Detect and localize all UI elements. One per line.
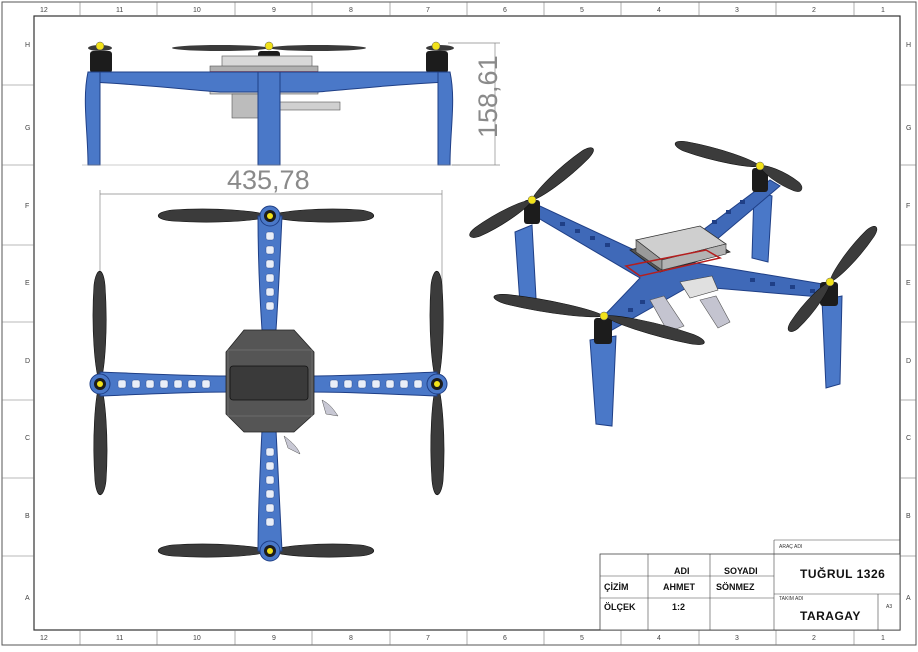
header-ad: ADI xyxy=(674,566,690,576)
front-view: 158,61 xyxy=(82,41,503,166)
row-label: C xyxy=(25,435,30,442)
row-label: B xyxy=(25,513,30,520)
top-frame xyxy=(99,215,438,552)
row-label: B xyxy=(906,513,911,520)
row-label: E xyxy=(25,280,30,287)
col-label: 8 xyxy=(349,635,353,642)
cizim-soyad-value: SÖNMEZ xyxy=(716,582,755,592)
col-label: 1 xyxy=(881,635,885,642)
col-label: 10 xyxy=(193,7,201,14)
isometric-view xyxy=(466,137,881,427)
row-label: G xyxy=(25,125,30,132)
col-label: 3 xyxy=(735,7,739,14)
col-label: 5 xyxy=(580,7,584,14)
row-label: D xyxy=(906,358,911,365)
col-label: 4 xyxy=(657,635,661,642)
front-center-leg xyxy=(257,71,281,166)
column-labels-bottom: 12 11 10 9 8 7 6 5 4 3 2 1 xyxy=(40,635,885,642)
col-label: 7 xyxy=(426,635,430,642)
col-label: 11 xyxy=(116,635,123,642)
row-label: E xyxy=(906,280,911,287)
title-block: ADI SOYADI ÇİZİM AHMET SÖNMEZ ÖLÇEK 1:2 … xyxy=(599,539,901,631)
arac-value: TUĞRUL 1326 xyxy=(800,566,885,581)
arac-label: ARAÇ ADI xyxy=(779,544,802,550)
col-label: 5 xyxy=(580,635,584,642)
col-label: 9 xyxy=(272,635,276,642)
col-label: 6 xyxy=(503,635,507,642)
col-label: 2 xyxy=(812,7,816,14)
row-label: A xyxy=(25,595,30,602)
sheet-size: A3 xyxy=(886,604,892,610)
header-soyad: SOYADI xyxy=(724,566,758,576)
top-view: 435,78 xyxy=(89,165,448,562)
col-label: 11 xyxy=(116,7,123,14)
cizim-ad-value: AHMET xyxy=(663,582,695,592)
inner-border xyxy=(33,15,901,631)
drawing-canvas: 12 11 10 9 8 7 6 5 4 3 2 1 12 11 10 9 8 … xyxy=(1,1,917,646)
row-label: A xyxy=(906,595,911,602)
takim-label: TAKIM ADI xyxy=(779,596,803,602)
row-label: H xyxy=(25,42,30,49)
row-olcek: ÖLÇEK xyxy=(604,602,636,612)
col-label: 3 xyxy=(735,635,739,642)
col-label: 10 xyxy=(193,635,201,642)
row-label: F xyxy=(25,203,29,210)
col-label: 7 xyxy=(426,7,430,14)
column-labels-top: 12 11 10 9 8 7 6 5 4 3 2 1 xyxy=(40,7,885,14)
row-label: C xyxy=(906,435,911,442)
olcek-value: 1:2 xyxy=(672,602,685,612)
width-dimension-value: 435,78 xyxy=(227,165,310,195)
takim-value: TARAGAY xyxy=(800,609,861,623)
col-label: 4 xyxy=(657,7,661,14)
drawing-sheet: 12 11 10 9 8 7 6 5 4 3 2 1 12 11 10 9 8 … xyxy=(0,0,918,647)
col-label: 12 xyxy=(40,7,48,14)
row-label: D xyxy=(25,358,30,365)
col-label: 9 xyxy=(272,7,276,14)
col-label: 8 xyxy=(349,7,353,14)
row-label: F xyxy=(906,203,910,210)
row-cizim: ÇİZİM xyxy=(604,582,629,592)
front-right-leg xyxy=(437,71,454,166)
front-hubs xyxy=(95,41,441,51)
height-dimension-value: 158,61 xyxy=(473,55,503,138)
col-label: 6 xyxy=(503,7,507,14)
col-label: 12 xyxy=(40,635,48,642)
front-left-leg xyxy=(84,71,101,166)
col-label: 2 xyxy=(812,635,816,642)
col-label: 1 xyxy=(881,7,885,14)
row-label: G xyxy=(906,125,911,132)
row-label: H xyxy=(906,42,911,49)
